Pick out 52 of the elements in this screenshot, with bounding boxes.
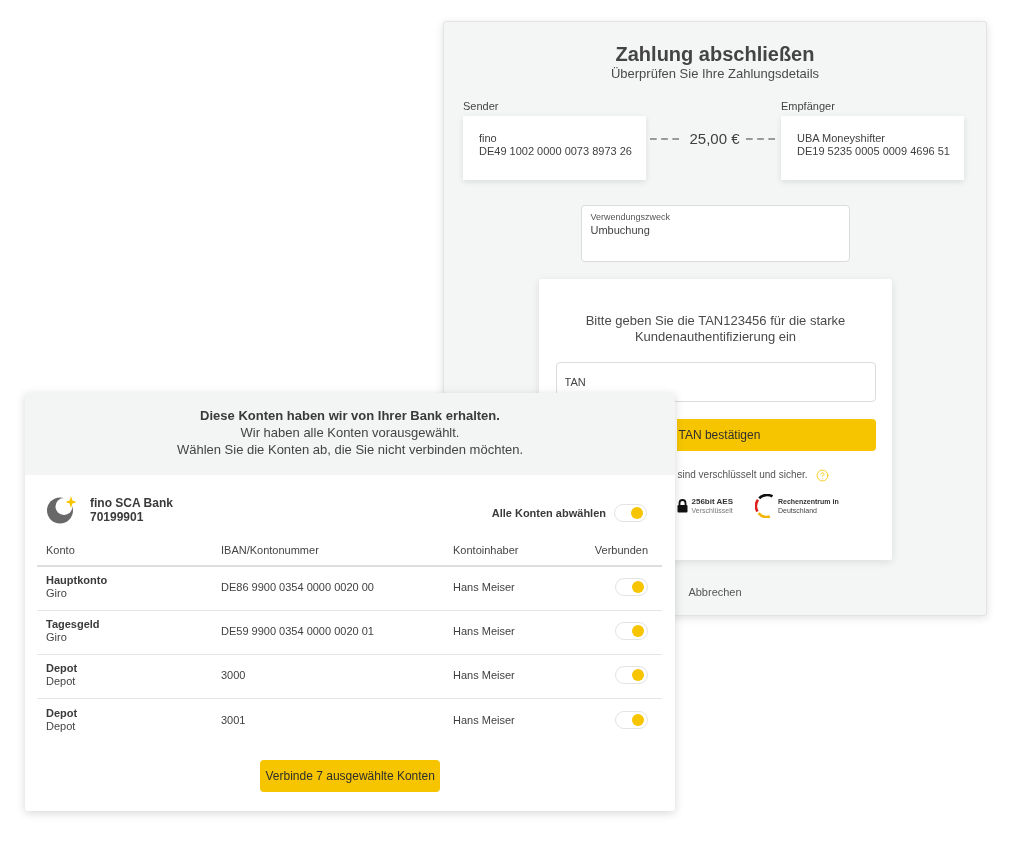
column-header: Konto [46,543,76,557]
party-iban: DE19 5235 0005 0009 4696 51 [797,145,951,158]
column-header: IBAN/Kontonummer [221,543,320,557]
toggle-switch[interactable] [615,710,648,729]
bank-code: 70199901 [90,509,145,524]
sender-label: Sender [463,99,500,113]
toggle-switch[interactable] [614,504,647,522]
account-name: Hauptkonto [46,574,109,587]
party-name: UBA Moneyshifter [797,132,887,145]
toggle-switch[interactable] [615,578,648,596]
account-type: Depot [46,675,77,688]
header-heading: Diese Konten haben wir von Ihrer Bank erhalten. [200,407,500,424]
party-name: fino [479,132,498,145]
account-type: Giro [46,587,68,600]
account-name: Tagesgeld [46,618,101,631]
amount: 25,00 € [689,130,740,148]
account-holder: Hans Meiser [453,668,516,682]
account-holder: Hans Meiser [453,624,516,638]
column-header: Kontoinhaber [453,543,520,557]
account-iban: 3001 [221,712,247,727]
account-holder: Hans Meiser [453,712,516,727]
security-note: sind verschlüsselt und sicher. [677,468,808,482]
tan-input[interactable]: TAN [555,362,876,402]
header-text: Wählen Sie die Konten ab, die Sie nicht verbinden möchten. [176,441,524,458]
page-title: Zahlung abschließen [615,42,815,66]
account-iban: DE86 9900 0354 0000 0020 00 [221,580,375,594]
toggle-switch[interactable] [615,666,648,684]
tan-instruction: Bitte geben Sie die TAN123456 für die starke Kundenauthentifizierung ein [584,313,847,345]
purpose-field[interactable]: Verwendungszweck Umbuchung [580,205,850,262]
bank-name: fino SCA Bank [90,495,173,510]
column-header: Verbunden [594,543,648,557]
header-text: Wir haben alle Konten vorausgewählt. [240,424,460,441]
connect-button[interactable]: Verbinde 7 ausgewählte Konten [259,760,440,792]
account-holder: Hans Meiser [453,580,516,594]
account-iban: DE59 9900 0354 0000 0020 01 [221,624,375,638]
account-iban: 3000 [221,668,247,682]
page-subtitle: Überprüfen Sie Ihre Zahlungsdetails [610,66,820,82]
account-name: Depot [46,706,79,720]
account-name: Depot [46,662,79,675]
recipient-label: Empfänger [781,99,836,113]
help-icon[interactable] [815,468,829,482]
ring-icon [755,494,774,518]
lock-icon [676,499,688,513]
toggle-label: Alle Konten abwählen [491,506,606,520]
account-type: Giro [46,631,68,644]
account-type: Depot [46,719,77,733]
toggle-switch[interactable] [615,622,648,640]
party-iban: DE49 1002 0000 0073 8973 26 [479,145,633,158]
crescent-logo-icon [46,495,77,524]
confirm-tan-button[interactable]: TAN bestätigen [676,419,876,451]
cancel-link[interactable]: Abbrechen [688,585,742,599]
badge-title: 256bit AES [691,497,733,506]
